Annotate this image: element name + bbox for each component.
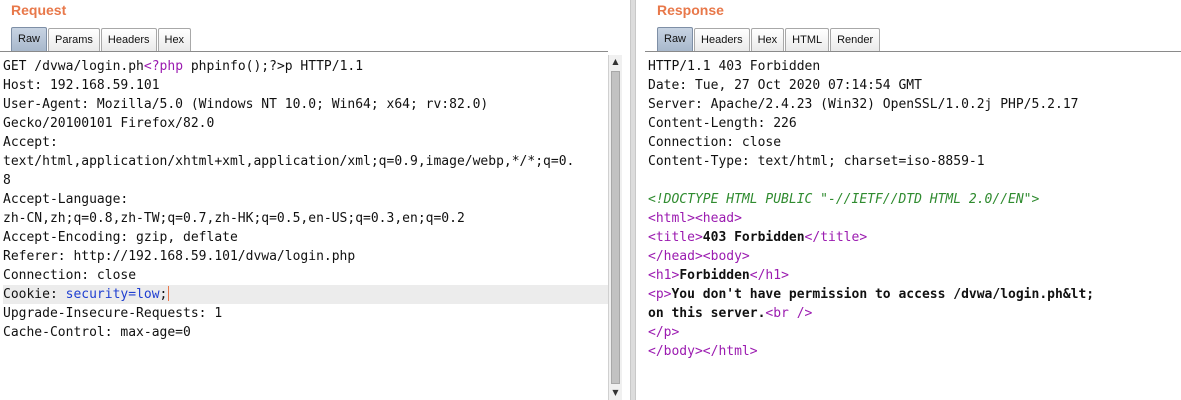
request-line: 8 [3, 171, 608, 190]
response-token: Date: Tue, 27 Oct 2020 07:14:54 GMT [648, 78, 922, 93]
request-token: ; [159, 287, 168, 302]
request-tab-params[interactable]: Params [48, 28, 100, 51]
response-line: Server: Apache/2.4.23 (Win32) OpenSSL/1.… [648, 95, 1181, 114]
request-token: Cookie: [3, 287, 66, 302]
request-token: Gecko/20100101 Firefox/82.0 [3, 116, 215, 131]
response-token: <h1> [648, 268, 680, 283]
request-line: text/html,application/xhtml+xml,applicat… [3, 152, 608, 171]
request-line: GET /dvwa/login.ph<?php phpinfo();?>p HT… [3, 57, 608, 76]
response-line [648, 171, 1181, 190]
request-line: zh-CN,zh;q=0.8,zh-TW;q=0.7,zh-HK;q=0.5,e… [3, 209, 608, 228]
response-token: <p> [648, 287, 672, 302]
response-token: </h1> [749, 268, 789, 283]
response-title: Response [657, 2, 724, 18]
request-line: Accept-Encoding: gzip, deflate [3, 228, 608, 247]
scroll-down-arrow-icon[interactable]: ▼ [609, 386, 622, 400]
request-token: 8 [3, 173, 11, 188]
response-tab-raw[interactable]: Raw [657, 27, 694, 51]
response-line: </body></html> [648, 342, 1181, 361]
response-token: 403 Forbidden [702, 230, 805, 245]
response-line: <p>You don't have permission to access /… [648, 285, 1181, 304]
response-token: Forbidden [679, 268, 750, 283]
request-line: Accept: [3, 133, 608, 152]
request-title: Request [11, 2, 67, 18]
request-token: Connection: close [3, 268, 137, 283]
scroll-up-arrow-icon[interactable]: ▲ [609, 55, 622, 69]
response-token: </title> [804, 230, 868, 245]
response-pane: Response Raw Headers Hex HTML Render HTT… [645, 0, 1181, 400]
request-line: Upgrade-Insecure-Requests: 1 [3, 304, 608, 323]
response-line: </p> [648, 323, 1181, 342]
request-tabs: Raw Params Headers Hex [11, 27, 192, 51]
request-token: Cache-Control: max-age=0 [3, 325, 191, 340]
request-line: Accept-Language: [3, 190, 608, 209]
request-line: Host: 192.168.59.101 [3, 76, 608, 95]
response-token: </p> [648, 325, 680, 340]
request-text[interactable]: GET /dvwa/login.ph<?php phpinfo();?>p HT… [0, 52, 608, 342]
request-token: User-Agent: Mozilla/5.0 (Windows NT 10.0… [3, 97, 489, 112]
response-line: Content-Type: text/html; charset=iso-885… [648, 152, 1181, 171]
response-line: <h1>Forbidden</h1> [648, 266, 1181, 285]
request-token: Accept-Encoding: gzip, deflate [3, 230, 238, 245]
response-token: You don't have permission to access /dvw… [671, 287, 1095, 302]
response-line: Connection: close [648, 133, 1181, 152]
request-tab-headers[interactable]: Headers [100, 28, 157, 51]
response-token: HTTP/1.1 403 Forbidden [648, 59, 821, 74]
response-line: HTTP/1.1 403 Forbidden [648, 57, 1181, 76]
request-line: Referer: http://192.168.59.101/dvwa/logi… [3, 247, 608, 266]
response-line: <!DOCTYPE HTML PUBLIC "-//IETF//DTD HTML… [648, 190, 1181, 209]
response-tab-html[interactable]: HTML [785, 28, 830, 51]
response-token: Content-Length: 226 [648, 116, 797, 131]
request-token: Accept-Language: [3, 192, 129, 207]
request-line: Connection: close [3, 266, 608, 285]
text-caret [168, 286, 170, 301]
response-token: </body> [648, 344, 703, 359]
request-line: User-Agent: Mozilla/5.0 (Windows NT 10.0… [3, 95, 608, 114]
request-token: Accept: [3, 135, 58, 150]
response-token: <head> [694, 211, 742, 226]
response-line: <title>403 Forbidden</title> [648, 228, 1181, 247]
response-tab-headers[interactable]: Headers [694, 28, 750, 51]
request-token: phpinfo();?>p HTTP/1.1 [183, 59, 364, 74]
response-token: <br /> [765, 306, 813, 321]
request-tab-hex[interactable]: Hex [157, 28, 192, 51]
request-scrollbar[interactable]: ▲ ▼ [608, 55, 622, 400]
request-line: Cookie: security=low; [3, 285, 608, 304]
response-tab-render[interactable]: Render [830, 28, 881, 51]
response-token: </head> [648, 249, 703, 264]
request-token: GET /dvwa/login.ph [3, 59, 144, 74]
response-token: on this server. [648, 306, 766, 321]
request-tab-raw[interactable]: Raw [11, 27, 48, 51]
response-token: Connection: close [648, 135, 782, 150]
response-line: on this server.<br /> [648, 304, 1181, 323]
request-token: Referer: http://192.168.59.101/dvwa/logi… [3, 249, 356, 264]
request-token: security=low [65, 287, 160, 302]
response-line: Date: Tue, 27 Oct 2020 07:14:54 GMT [648, 76, 1181, 95]
response-token: Server: Apache/2.4.23 (Win32) OpenSSL/1.… [648, 97, 1079, 112]
request-editor[interactable]: GET /dvwa/login.ph<?php phpinfo();?>p HT… [0, 51, 608, 400]
request-token: Upgrade-Insecure-Requests: 1 [3, 306, 223, 321]
response-token: <!DOCTYPE HTML PUBLIC "-//IETF//DTD HTML… [648, 192, 1040, 207]
request-token: text/html,application/xhtml+xml,applicat… [3, 154, 575, 169]
split-divider[interactable] [630, 0, 636, 400]
request-line: Cache-Control: max-age=0 [3, 323, 608, 342]
response-line: Content-Length: 226 [648, 114, 1181, 133]
request-token: zh-CN,zh;q=0.8,zh-TW;q=0.7,zh-HK;q=0.5,e… [3, 211, 465, 226]
request-pane: Request Raw Params Headers Hex GET /dvwa… [0, 0, 622, 400]
response-token: <html> [648, 211, 695, 226]
request-token: <?php [143, 59, 184, 74]
response-text[interactable]: HTTP/1.1 403 Forbidden Date: Tue, 27 Oct … [645, 52, 1181, 361]
response-editor[interactable]: HTTP/1.1 403 Forbidden Date: Tue, 27 Oct … [645, 51, 1181, 400]
response-token: <title> [648, 230, 703, 245]
response-tab-hex[interactable]: Hex [750, 28, 785, 51]
response-token: </html> [702, 344, 758, 359]
request-token: Host: 192.168.59.101 [3, 78, 160, 93]
scroll-thumb[interactable] [611, 71, 620, 384]
response-token: <body> [702, 249, 750, 264]
response-token: Content-Type: text/html; charset=iso-885… [648, 154, 985, 169]
response-tabs: Raw Headers Hex HTML Render [657, 27, 881, 51]
response-line: <html><head> [648, 209, 1181, 228]
request-line: Gecko/20100101 Firefox/82.0 [3, 114, 608, 133]
response-line: </head><body> [648, 247, 1181, 266]
